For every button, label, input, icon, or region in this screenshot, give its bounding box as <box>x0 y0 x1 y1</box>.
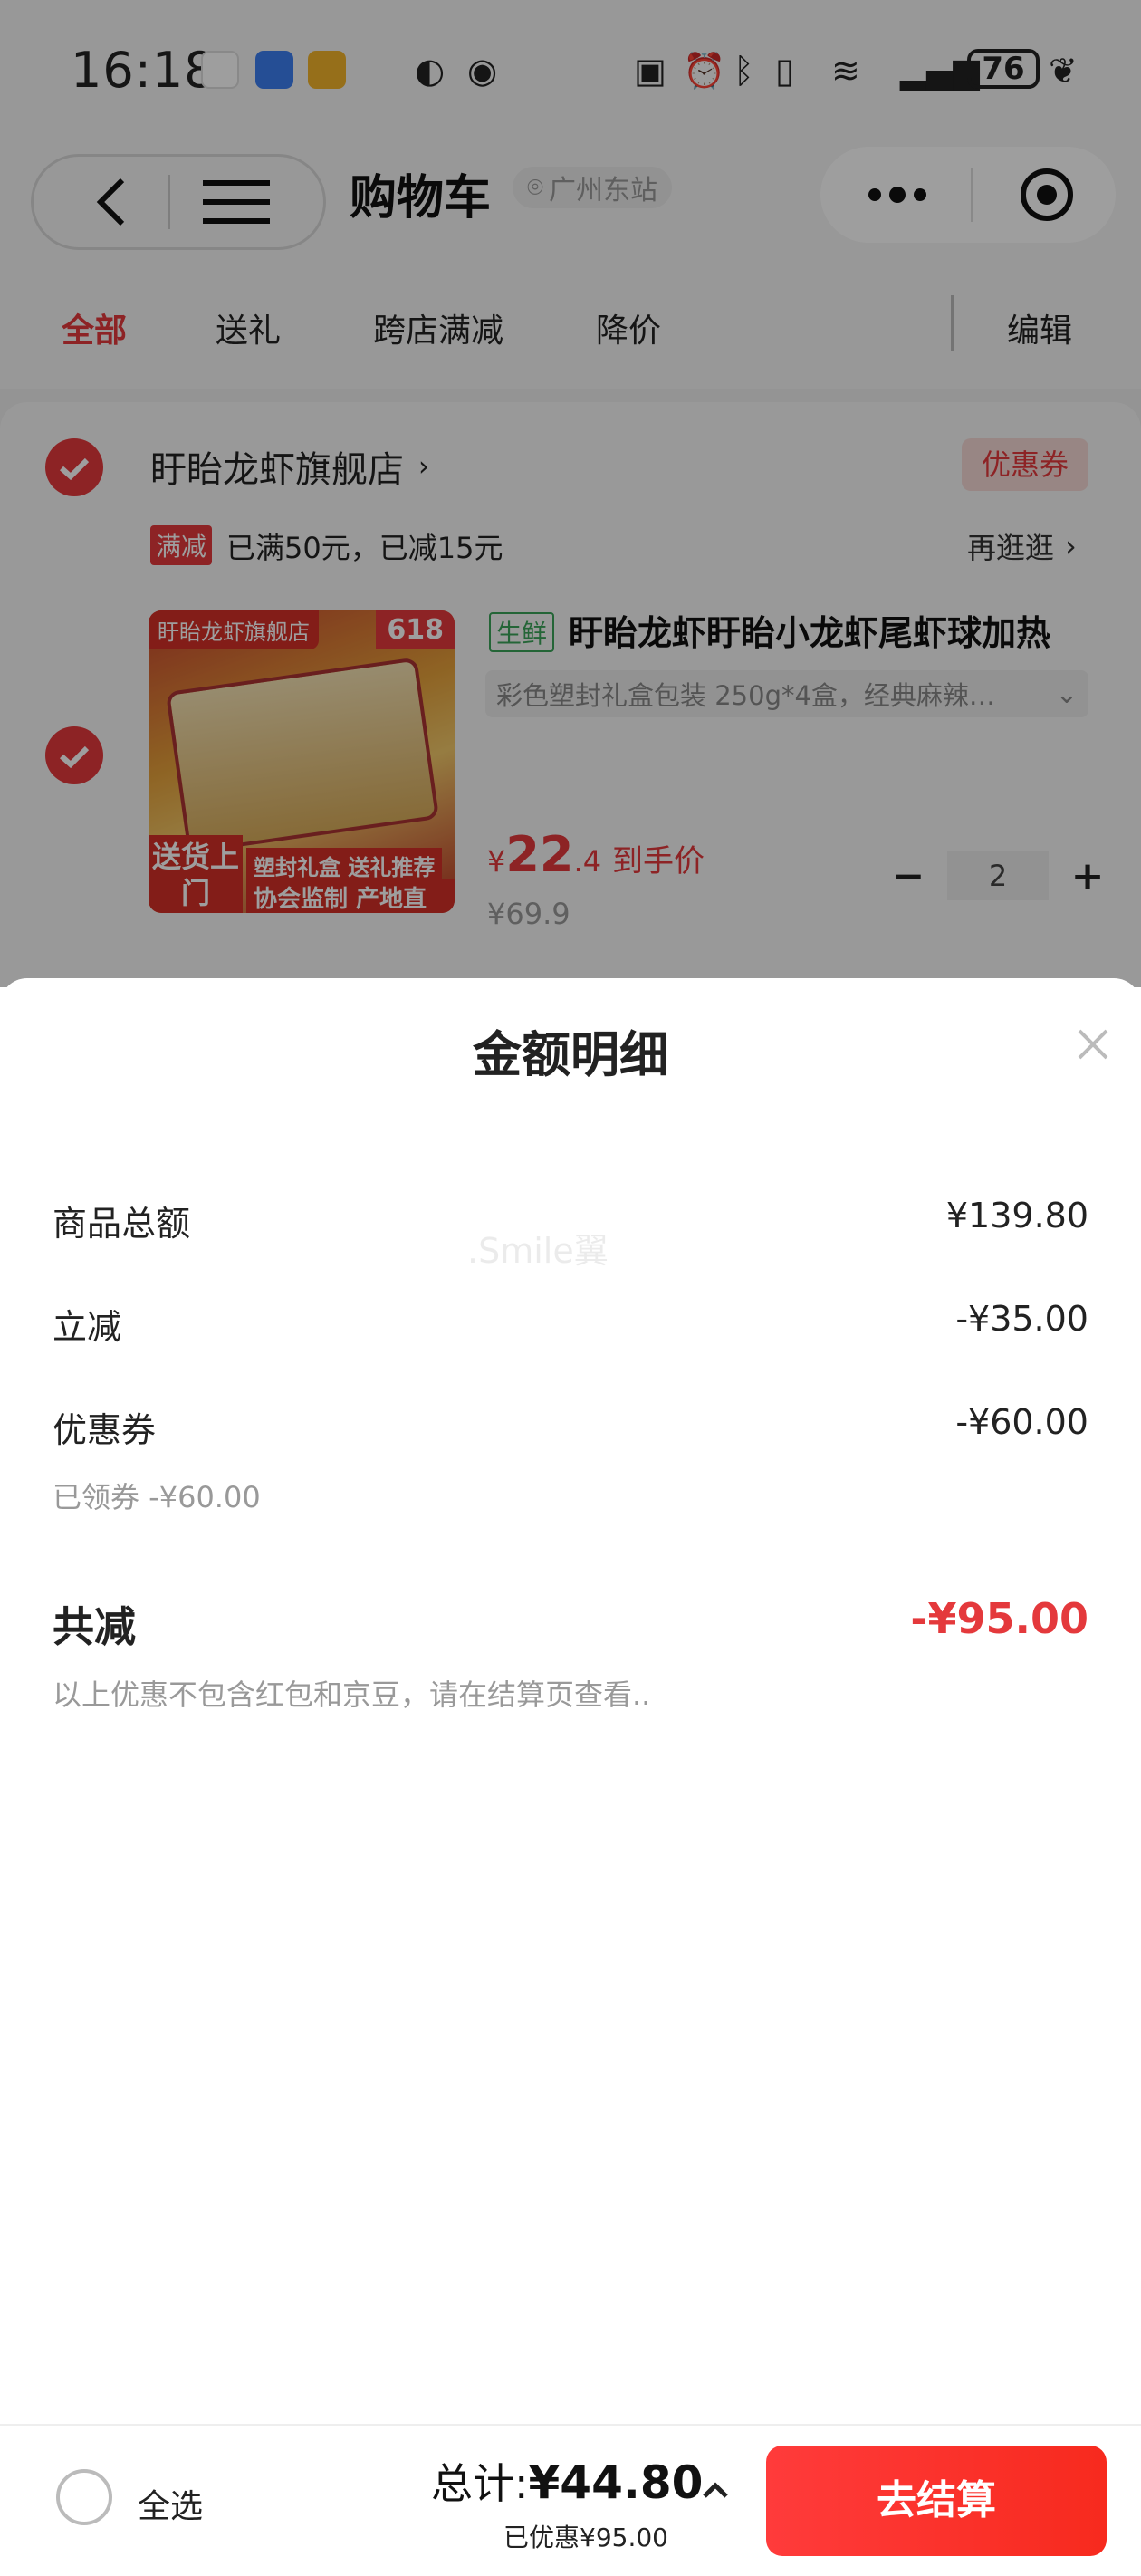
watermark: .Smile翼 <box>467 1231 609 1271</box>
sum-value: ¥44.80 <box>528 2456 704 2509</box>
close-icon[interactable] <box>1072 1024 1114 1065</box>
discount-footnote: 以上优惠不包含红包和京豆，请在结算页查看.. <box>53 1677 651 1712</box>
total-discount-label: 共减 <box>53 1602 136 1651</box>
chevron-up-icon[interactable] <box>697 2473 734 2509</box>
modal-backdrop[interactable] <box>0 0 1141 987</box>
coupon-value: -¥60.00 <box>955 1402 1088 1442</box>
sheet-title: 金额明细 <box>473 1026 668 1083</box>
goods-total-value: ¥139.80 <box>945 1196 1088 1235</box>
sum-prefix: 总计: <box>431 2459 529 2508</box>
select-all-checkbox[interactable] <box>56 2469 112 2525</box>
saved-amount: 已优惠¥95.00 <box>503 2523 668 2552</box>
total-sum: 总计:¥44.80 <box>431 2451 703 2511</box>
instant-discount-value: -¥35.00 <box>955 1299 1088 1339</box>
checkout-button[interactable]: 去结算 <box>766 2446 1107 2556</box>
goods-total-label: 商品总额 <box>53 1204 191 1244</box>
total-discount-value: -¥95.00 <box>910 1594 1088 1643</box>
select-all-label[interactable]: 全选 <box>138 2480 203 2527</box>
instant-discount-label: 立减 <box>53 1307 122 1347</box>
coupon-note: 已领券 -¥60.00 <box>53 1480 261 1514</box>
coupon-label: 优惠券 <box>53 1410 157 1450</box>
